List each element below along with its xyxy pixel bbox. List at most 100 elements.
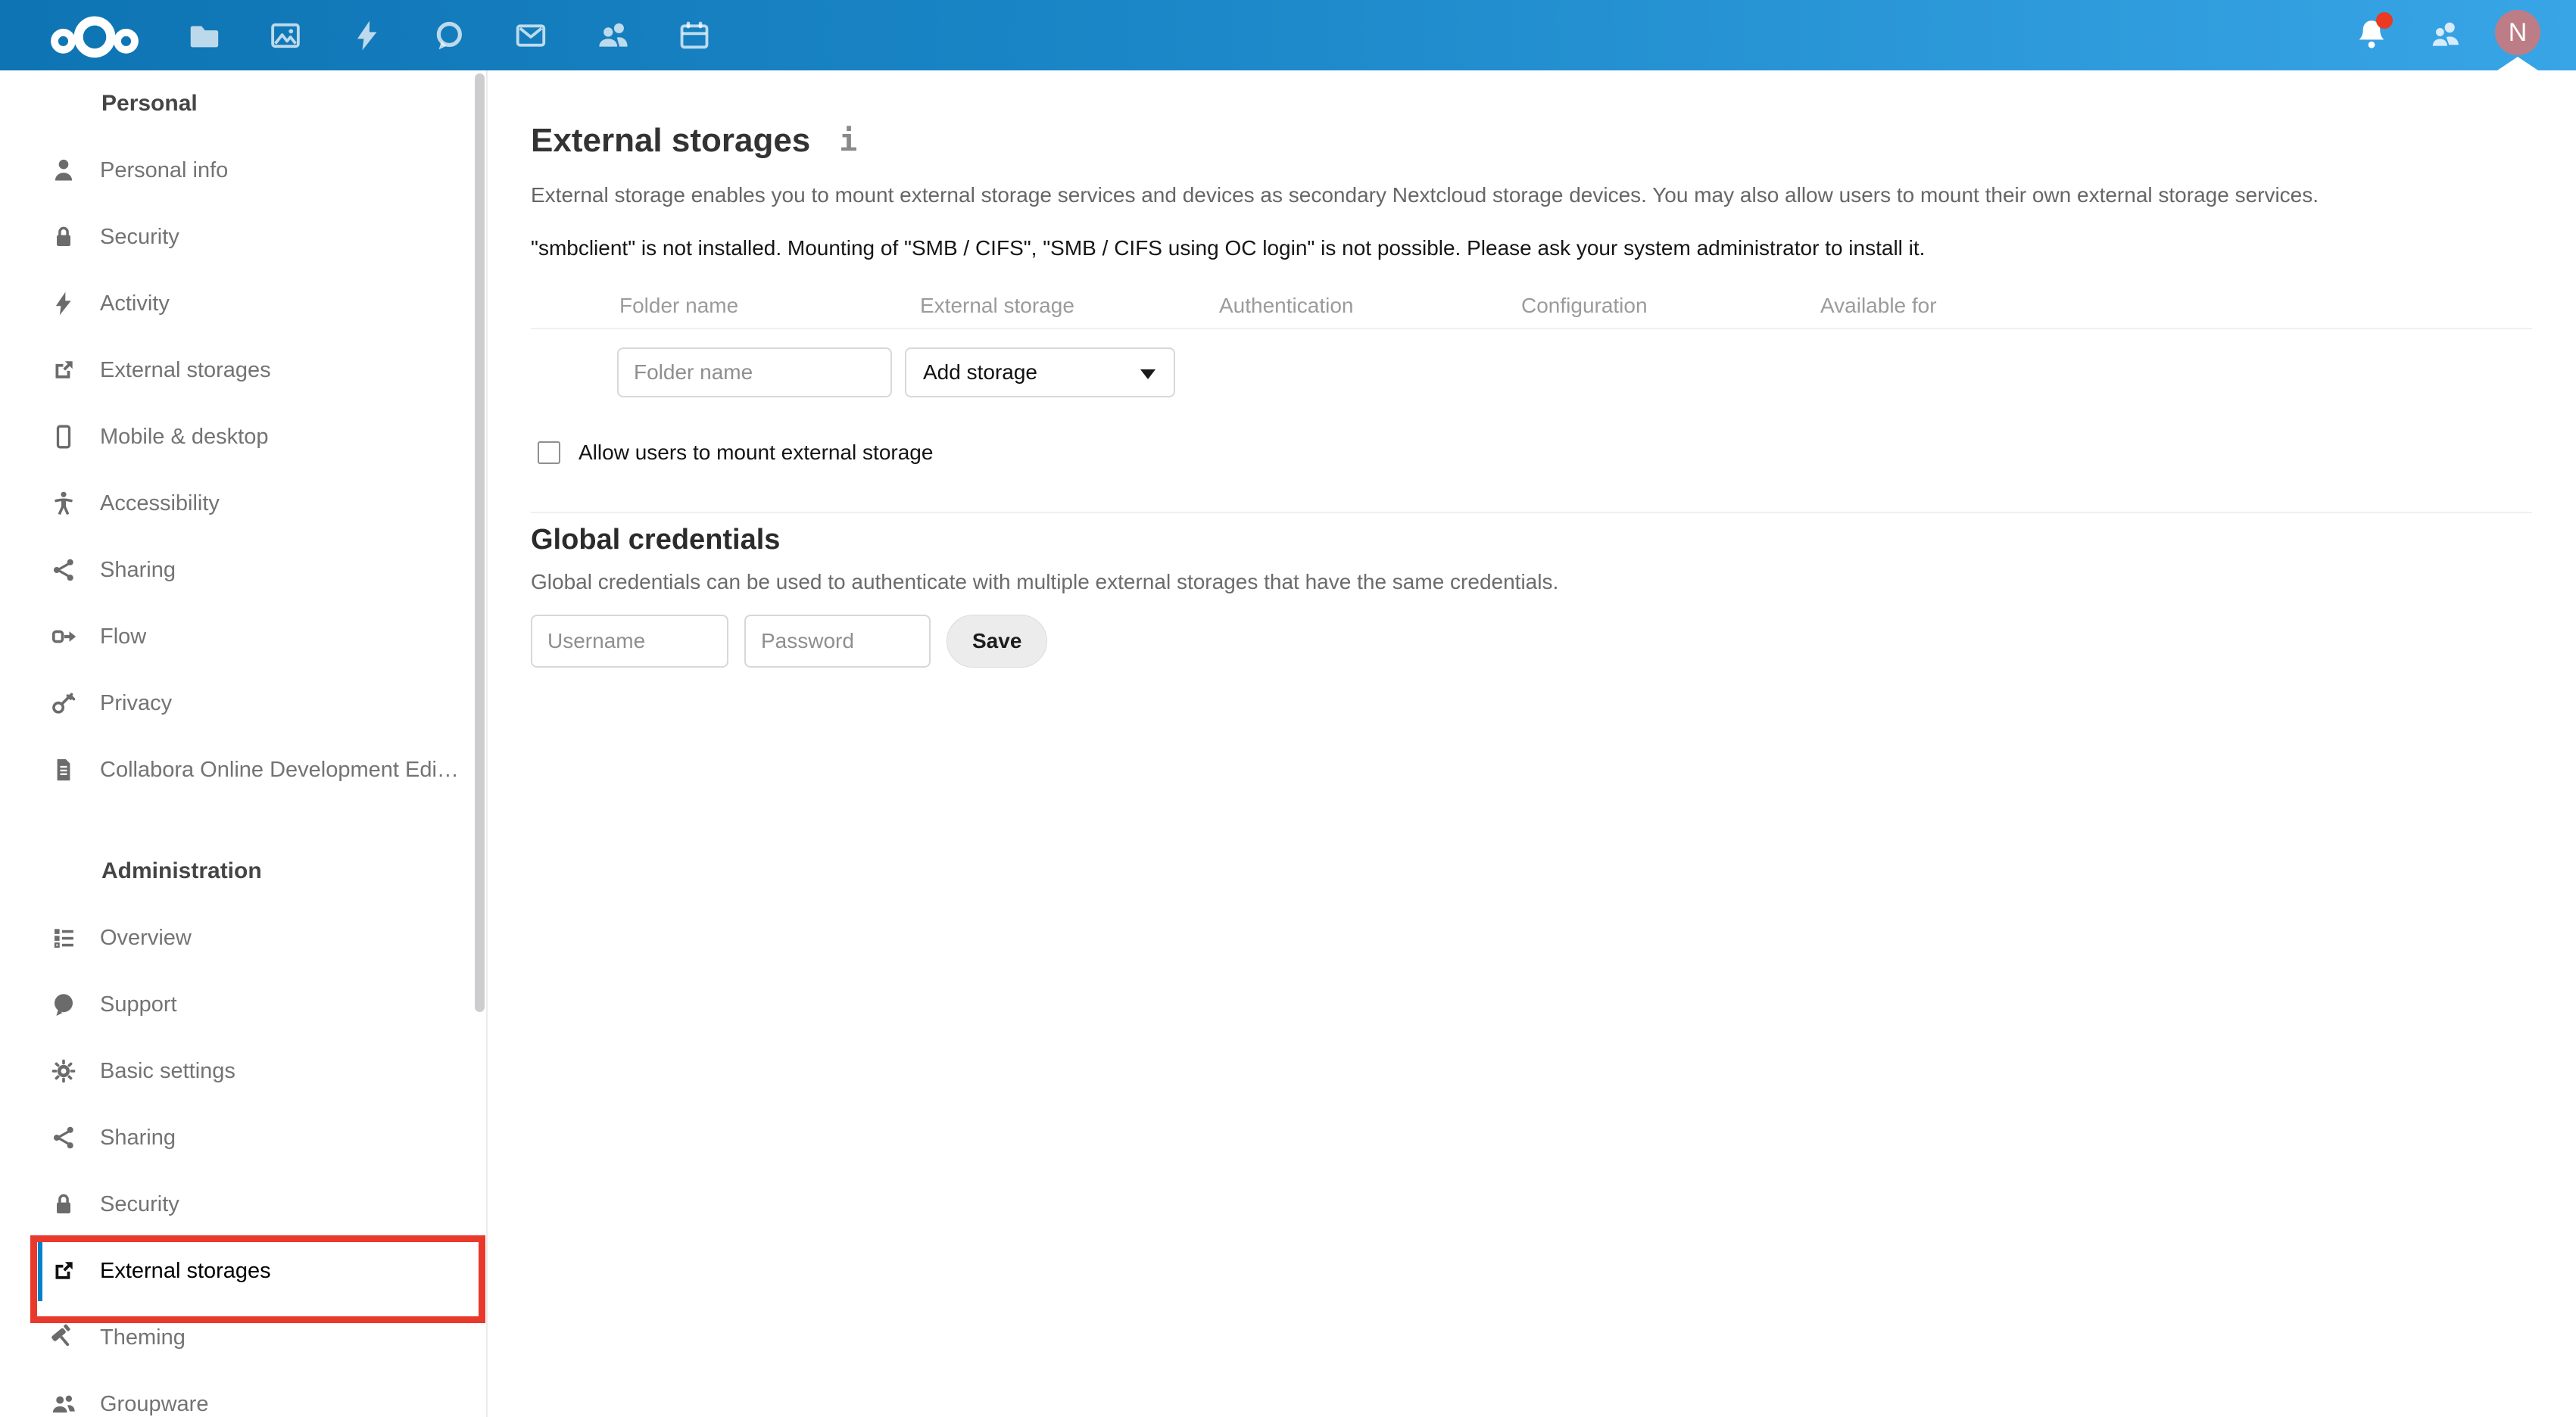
sidebar-item-label: Support <box>100 992 177 1017</box>
sidebar-item-label: Flow <box>100 624 147 649</box>
sidebar-item-label: Personal info <box>100 157 229 182</box>
key-icon <box>50 690 77 717</box>
table-column-header: Folder name <box>619 294 739 317</box>
global-credentials-title: Global credentials <box>531 524 781 556</box>
settings-sidebar: Personal Personal info Security Activity Ext… <box>0 70 488 1417</box>
password-input[interactable] <box>744 615 931 668</box>
sidebar-item-security[interactable]: Security <box>0 204 486 270</box>
notifications-bell-icon[interactable] <box>2353 12 2393 53</box>
sidebar-item-label: Security <box>100 1191 179 1216</box>
sidebar-item-activity[interactable]: Activity <box>0 270 486 337</box>
sidebar-item-personal-info[interactable]: Personal info <box>0 137 486 204</box>
sidebar-item-label: Security <box>100 224 179 249</box>
sidebar-item-overview[interactable]: Overview <box>0 905 486 971</box>
accessibility-icon <box>50 490 77 517</box>
sidebar-item-label: External storages <box>100 357 271 382</box>
document-icon <box>50 756 77 783</box>
sidebar-item-label: Sharing <box>100 1125 176 1150</box>
chat-icon <box>50 991 77 1018</box>
lock-icon <box>50 223 77 251</box>
sidebar-item-security[interactable]: Security <box>0 1171 486 1238</box>
sidebar-item-basic-settings[interactable]: Basic settings <box>0 1038 486 1104</box>
sidebar-item-groupware[interactable]: Groupware <box>0 1371 486 1417</box>
save-button[interactable]: Save <box>947 615 1048 668</box>
table-column-header: External storage <box>920 294 1074 317</box>
app-launcher-nav <box>139 18 712 53</box>
sidebar-item-label: Sharing <box>100 557 176 582</box>
add-storage-dropdown-label: Add storage <box>923 360 1037 384</box>
table-header-divider <box>531 328 2532 329</box>
nextcloud-logo-icon[interactable] <box>50 11 139 60</box>
sidebar-item-flow[interactable]: Flow <box>0 603 486 670</box>
info-icon[interactable]: i <box>839 123 857 158</box>
sidebar-item-theming[interactable]: Theming <box>0 1304 486 1371</box>
sidebar-item-privacy[interactable]: Privacy <box>0 670 486 737</box>
phone-icon <box>50 423 77 450</box>
username-input[interactable] <box>531 615 728 668</box>
overview-icon <box>50 924 77 951</box>
sidebar-item-label: Overview <box>100 925 192 950</box>
sidebar-item-sharing[interactable]: Sharing <box>0 537 486 603</box>
intro-text: External storage enables you to mount ex… <box>531 183 2319 207</box>
table-column-header: Authentication <box>1219 294 1354 317</box>
photos-icon[interactable] <box>268 18 303 53</box>
table-column-header: Available for <box>1820 294 1937 317</box>
user-avatar[interactable]: N <box>2495 10 2540 55</box>
bolt-icon[interactable] <box>350 18 385 53</box>
sidebar-item-label: Privacy <box>100 690 173 715</box>
table-column-header: Configuration <box>1521 294 1648 317</box>
sidebar-item-sharing[interactable]: Sharing <box>0 1104 486 1171</box>
bolt-icon <box>50 290 77 317</box>
contacts-menu-icon[interactable] <box>2428 17 2464 53</box>
sidebar-item-support[interactable]: Support <box>0 971 486 1038</box>
flow-icon <box>50 623 77 650</box>
share-icon <box>50 1124 77 1151</box>
sidebar-item-label: Theming <box>100 1325 186 1350</box>
storage-table-header-row: Folder name External storage Authenticatio… <box>531 294 2532 317</box>
chevron-down-icon <box>1140 369 1155 379</box>
sidebar-item-label: External storages <box>100 1258 271 1283</box>
add-storage-dropdown[interactable]: Add storage <box>905 347 1175 397</box>
sidebar-scrollbar[interactable] <box>475 73 485 1012</box>
contacts-icon[interactable] <box>595 18 630 53</box>
sidebar-item-external-storages[interactable]: External storages <box>0 337 486 403</box>
sidebar-item-label: Basic settings <box>100 1058 235 1083</box>
sidebar-section-title: Administration <box>101 858 262 883</box>
sidebar-item-mobile-desktop[interactable]: Mobile & desktop <box>0 403 486 470</box>
gear-icon <box>50 1057 77 1085</box>
mail-icon[interactable] <box>513 18 548 53</box>
external-link-icon <box>50 1257 77 1285</box>
allow-users-row: Allow users to mount external storage <box>531 441 2532 465</box>
external-link-icon <box>50 357 77 384</box>
global-credentials-description: Global credentials can be used to authen… <box>531 570 1559 593</box>
share-icon <box>50 556 77 584</box>
lock-icon <box>50 1191 77 1218</box>
sidebar-section-title: Personal <box>101 91 198 116</box>
paint-roller-icon <box>50 1324 77 1351</box>
sidebar-item-label: Groupware <box>100 1391 209 1416</box>
allow-users-checkbox[interactable] <box>538 441 560 464</box>
talk-icon[interactable] <box>432 18 466 53</box>
page-title: External storages <box>531 122 811 159</box>
user-icon <box>50 157 77 184</box>
sidebar-item-external-storages[interactable]: External storages <box>0 1238 486 1304</box>
sidebar-item-label: Mobile & desktop <box>100 424 269 449</box>
section-divider <box>531 512 2532 513</box>
sidebar-item-accessibility[interactable]: Accessibility <box>0 470 486 537</box>
notification-unread-dot <box>2376 12 2393 29</box>
sidebar-item-label: Collabora Online Development Edit… <box>100 757 463 782</box>
nextcloud-settings-page: N Personal Personal info Security Activity E… <box>0 0 2576 1417</box>
sidebar-item-label: Activity <box>100 291 170 316</box>
sidebar-item-collabora-online-development-edit[interactable]: Collabora Online Development Edit… <box>0 737 486 803</box>
new-storage-row: Add storage <box>531 347 2532 397</box>
external-storages-panel: External storages i External storage ena… <box>489 70 2576 1417</box>
folder-icon[interactable] <box>186 18 221 53</box>
calendar-icon[interactable] <box>677 18 712 53</box>
allow-users-label[interactable]: Allow users to mount external storage <box>579 441 933 465</box>
sidebar-item-label: Accessibility <box>100 490 220 515</box>
top-navigation-bar: N <box>0 0 2576 70</box>
folder-name-input[interactable] <box>617 347 892 397</box>
avatar-popover-caret <box>2497 57 2538 70</box>
smbclient-warning-text: "smbclient" is not installed. Mounting o… <box>531 236 1926 260</box>
group-icon <box>50 1391 77 1417</box>
